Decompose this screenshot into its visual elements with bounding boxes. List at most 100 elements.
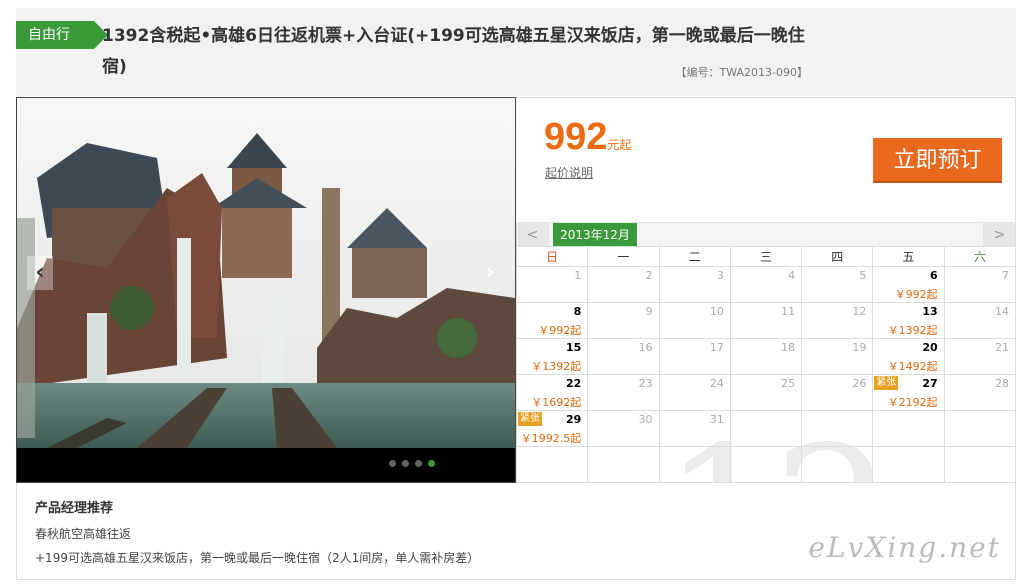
calendar-day-21: 21 xyxy=(943,338,1015,375)
chevron-left-icon: ‹ xyxy=(35,260,45,285)
calendar-nav: < 2013年12月 > xyxy=(516,222,1015,247)
next-photo-button[interactable]: › xyxy=(477,256,503,290)
calendar-week-row: 8 ￥992起 9 10 11 12 13 ￥1392起 14 xyxy=(516,302,1015,339)
calendar-empty-cell xyxy=(872,410,945,447)
calendar-day-17: 17 xyxy=(658,338,731,375)
calendar-grid: 12 日 一 二 三 四 五 六 123456￥992起78￥992起91011… xyxy=(516,246,1015,482)
calendar-week-row: 22 ￥1692起 23 24 25 26 紧张 27 ￥2192起 28 xyxy=(516,374,1015,411)
calendar-day-12: 12 xyxy=(801,302,874,339)
manager-recommendation: 产品经理推荐 春秋航空高雄往返 +199可选高雄五星汉来饭店，第一晚或最后一晚住… xyxy=(16,483,1016,580)
product-code: 【编号：TWA2013-090】 xyxy=(675,66,808,79)
calendar-date: 5 xyxy=(859,269,867,282)
calendar-day-2: 2 xyxy=(587,266,660,303)
calendar-price: ￥992起 xyxy=(538,324,582,337)
calendar-day-23: 23 xyxy=(587,374,660,411)
calendar-price: ￥1492起 xyxy=(887,360,938,373)
calendar-day-29[interactable]: 紧张 29 ￥1992.5起 xyxy=(516,410,589,447)
calendar-date: 12 xyxy=(852,305,867,318)
calendar-date: 18 xyxy=(781,341,796,354)
calendar-date: 21 xyxy=(995,341,1009,354)
calendar-week-row: 紧张 29 ￥1992.5起 30 31 xyxy=(516,410,1015,447)
calendar-week-row xyxy=(516,446,1015,482)
calendar-empty-cell xyxy=(943,446,1015,482)
calendar-empty-cell xyxy=(801,410,874,447)
calendar-table: 日 一 二 三 四 五 六 1 2 3 4 5 6 ￥992起 7 8 ￥992起 9 10 11 12 1… xyxy=(516,246,1015,482)
calendar-empty-cell xyxy=(872,446,945,482)
calendar-empty-cell xyxy=(729,446,803,482)
price-display: 992元起 xyxy=(544,116,631,159)
book-now-button[interactable]: 立即预订 xyxy=(873,138,1002,183)
calendar-day-24: 24 xyxy=(658,374,731,411)
calendar-prev-button[interactable]: < xyxy=(516,223,549,247)
calendar-price: ￥1992.5起 xyxy=(520,432,582,445)
weekday-header: 四 xyxy=(801,246,874,267)
weekday-row: 日 一 二 三 四 五 六 xyxy=(516,246,1015,267)
calendar-day-5: 5 xyxy=(801,266,874,303)
price-note-link[interactable]: 起价说明 xyxy=(545,164,593,181)
calendar-day-20[interactable]: 20 ￥1492起 xyxy=(872,338,945,375)
calendar-day-13[interactable]: 13 ￥1392起 xyxy=(872,302,945,339)
calendar-day-6[interactable]: 6 ￥992起 xyxy=(872,266,945,303)
calendar-date: 16 xyxy=(638,341,653,354)
manager-line-1: 春秋航空高雄往返 xyxy=(35,527,132,541)
availability-tight-badge: 紧张 xyxy=(518,412,542,426)
calendar-date: 4 xyxy=(788,269,796,282)
weekday-header: 二 xyxy=(658,246,731,267)
site-watermark: eLvXing.net xyxy=(808,531,1001,564)
calendar-day-3: 3 xyxy=(658,266,731,303)
calendar-day-4: 4 xyxy=(729,266,803,303)
calendar-day-7: 7 xyxy=(943,266,1015,303)
product-page: 自由行 1392含税起•高雄6日往返机票+入台证(+199可选高雄五星汉来饭店，… xyxy=(0,0,1029,588)
booking-panel: 992元起 起价说明 立即预订 < 2013年12月 > 12 日 一 二 三 xyxy=(516,97,1016,483)
calendar-day-28: 28 xyxy=(943,374,1015,411)
slider-dot-active[interactable] xyxy=(428,460,435,467)
availability-tight-badge: 紧张 xyxy=(874,376,899,390)
calendar-date: 22 xyxy=(565,377,582,390)
calendar-date: 28 xyxy=(995,377,1009,390)
calendar-day-11: 11 xyxy=(729,302,803,339)
photo-slider[interactable]: ‹ › xyxy=(16,97,516,483)
calendar-day-27[interactable]: 紧张 27 ￥2192起 xyxy=(872,374,945,411)
calendar-date: 3 xyxy=(716,269,724,282)
calendar-week-row: 15 ￥1392起 16 17 18 19 20 ￥1492起 21 xyxy=(516,338,1015,375)
weekday-header: 五 xyxy=(872,246,945,267)
slider-dot[interactable] xyxy=(389,460,396,467)
calendar-date: 17 xyxy=(709,341,724,354)
calendar-price: ￥1692起 xyxy=(531,396,582,409)
slider-dot[interactable] xyxy=(415,460,422,467)
weekday-header: 一 xyxy=(587,246,660,267)
product-header: 自由行 1392含税起•高雄6日往返机票+入台证(+199可选高雄五星汉来饭店，… xyxy=(16,8,1016,96)
calendar-day-8[interactable]: 8 ￥992起 xyxy=(516,302,589,339)
calendar-day-31: 31 xyxy=(658,410,731,447)
manager-title: 产品经理推荐 xyxy=(35,501,114,516)
calendar-day-18: 18 xyxy=(729,338,803,375)
calendar-empty-cell xyxy=(801,446,874,482)
slider-dot[interactable] xyxy=(402,460,409,467)
price-value: 992 xyxy=(544,116,608,158)
weekday-header: 六 xyxy=(943,246,1015,267)
calendar-day-30: 30 xyxy=(587,410,660,447)
calendar-date: 2 xyxy=(645,269,653,282)
calendar-date: 10 xyxy=(709,305,724,318)
free-travel-tag: 自由行 xyxy=(16,21,108,49)
calendar-date: 27 xyxy=(922,377,938,390)
calendar-next-button[interactable]: > xyxy=(983,223,1015,247)
calendar-day-19: 19 xyxy=(801,338,874,375)
calendar-date: 31 xyxy=(709,413,724,426)
calendar-empty-cell xyxy=(943,410,1015,447)
calendar-date: 20 xyxy=(922,341,938,354)
prev-photo-button[interactable]: ‹ xyxy=(27,256,53,290)
calendar-date: 15 xyxy=(565,341,582,354)
calendar-day-15[interactable]: 15 ￥1392起 xyxy=(516,338,589,375)
calendar-empty-cell xyxy=(658,446,731,482)
calendar-day-22[interactable]: 22 ￥1692起 xyxy=(516,374,589,411)
calendar-date: 13 xyxy=(922,305,938,318)
calendar-empty-cell xyxy=(729,410,803,447)
chevron-right-icon: › xyxy=(485,260,495,285)
chevron-left-icon: < xyxy=(526,227,539,243)
calendar-week-row: 1 2 3 4 5 6 ￥992起 7 xyxy=(516,266,1015,303)
calendar-date: 1 xyxy=(574,269,582,282)
slider-dots xyxy=(389,460,435,467)
calendar-day-10: 10 xyxy=(658,302,731,339)
calendar-date: 14 xyxy=(995,305,1009,318)
